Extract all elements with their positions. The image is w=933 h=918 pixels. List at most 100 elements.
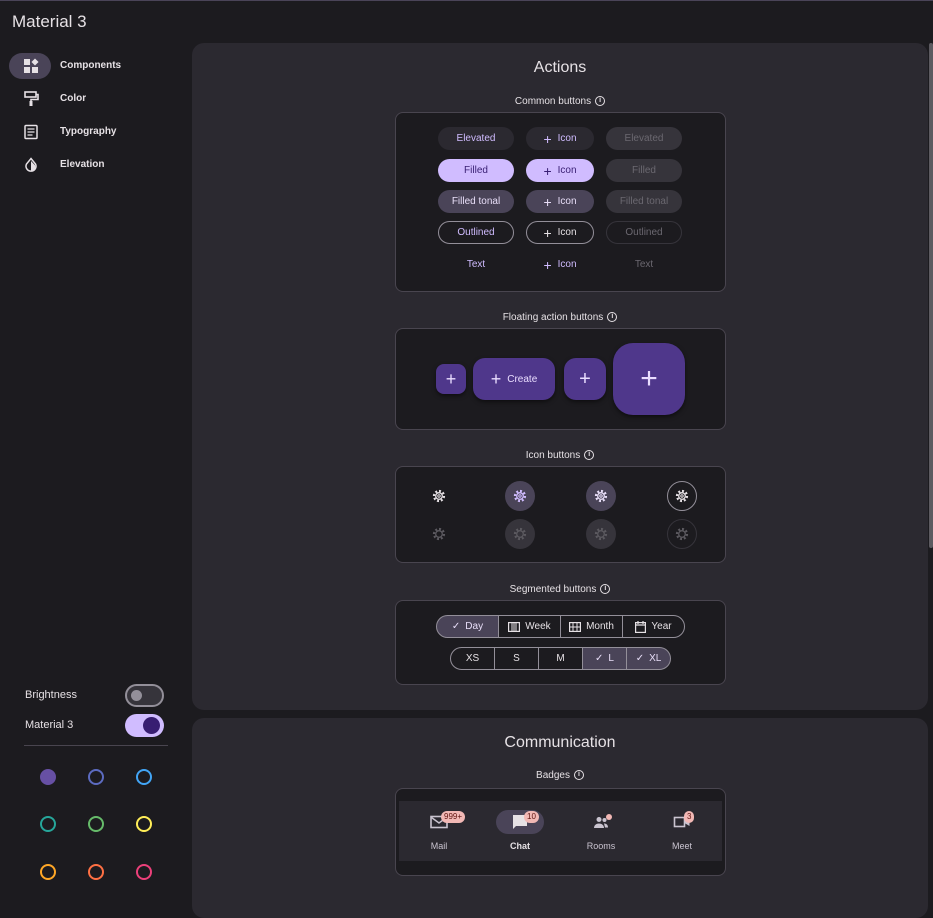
communication-title: Communication bbox=[504, 734, 616, 751]
material3-switch[interactable] bbox=[125, 714, 164, 737]
settings-icon bbox=[594, 527, 608, 541]
segment-m[interactable]: M bbox=[538, 647, 583, 670]
button-label: Icon bbox=[557, 259, 577, 270]
add-icon: + bbox=[445, 368, 457, 389]
add-icon: + bbox=[543, 130, 552, 147]
outlined-icon-button[interactable]: + Icon bbox=[526, 221, 594, 244]
segment-month[interactable]: Month bbox=[560, 615, 623, 638]
segment-l[interactable]: ✓ L bbox=[582, 647, 627, 670]
info-icon[interactable]: i bbox=[607, 312, 618, 323]
icon-buttons-title: Icon buttons i bbox=[192, 450, 928, 461]
actions-card: Actions Common buttons i Elevated + Icon E… bbox=[192, 43, 928, 710]
segment-xs[interactable]: XS bbox=[450, 647, 495, 670]
settings-icon bbox=[432, 527, 446, 541]
nav-item-label: Color bbox=[60, 93, 87, 104]
nav-bar-label: Mail bbox=[430, 841, 448, 851]
info-icon[interactable]: i bbox=[600, 584, 611, 595]
outlined-icon-button-disabled bbox=[667, 519, 697, 549]
nav-item-label: Typography bbox=[60, 126, 117, 137]
button-label: Icon bbox=[557, 227, 577, 238]
color-seed-orange[interactable] bbox=[40, 864, 56, 880]
article-icon bbox=[24, 124, 38, 140]
segment-xl[interactable]: ✓ XL bbox=[626, 647, 671, 670]
nav-bar-item-mail[interactable]: 999+ Mail bbox=[407, 801, 467, 861]
elevated-button-disabled: Elevated bbox=[606, 127, 682, 150]
nav-item-color[interactable]: Color bbox=[9, 86, 179, 112]
color-seed-pink[interactable] bbox=[136, 864, 152, 880]
navigation-bar: 999+ Mail 10 Chat Rooms 3 Meet bbox=[399, 801, 722, 861]
badge-count: 999+ bbox=[441, 811, 466, 823]
scrollbar-thumb[interactable] bbox=[929, 43, 933, 548]
outlined-icon-button[interactable] bbox=[667, 481, 697, 511]
segment-s[interactable]: S bbox=[494, 647, 539, 670]
fab-label: Create bbox=[507, 373, 538, 385]
info-icon[interactable]: i bbox=[573, 770, 584, 781]
brightness-switch[interactable] bbox=[125, 684, 164, 707]
nav-item-elevation[interactable]: Elevation bbox=[9, 152, 179, 178]
switch-thumb bbox=[143, 717, 160, 734]
settings-icon bbox=[513, 527, 527, 541]
segment-week[interactable]: Week bbox=[498, 615, 561, 638]
fab[interactable]: + bbox=[564, 358, 606, 400]
nav-bar-item-meet[interactable]: 3 Meet bbox=[650, 801, 710, 861]
settings-icon bbox=[513, 489, 527, 503]
check-icon: ✓ bbox=[451, 621, 461, 632]
filled-icon-button-toggled[interactable] bbox=[505, 481, 535, 511]
segment-year[interactable]: Year bbox=[622, 615, 685, 638]
filled-icon-button-disabled bbox=[505, 519, 535, 549]
format-paint-icon bbox=[24, 91, 39, 106]
fab-title: Floating action buttons i bbox=[192, 312, 928, 323]
info-icon[interactable]: i bbox=[595, 96, 606, 107]
calendar-view-month-icon bbox=[569, 621, 582, 632]
extended-fab-create[interactable]: + Create bbox=[473, 358, 555, 400]
segment-label: L bbox=[608, 653, 614, 664]
color-seed-teal[interactable] bbox=[40, 816, 56, 832]
opacity-icon bbox=[25, 157, 37, 172]
badge-count: 10 bbox=[524, 811, 539, 823]
color-seed-indigo[interactable] bbox=[88, 769, 104, 785]
segment-label: Year bbox=[651, 621, 672, 632]
settings-icon bbox=[675, 527, 689, 541]
standard-icon-button[interactable] bbox=[424, 481, 454, 511]
filled-tonal-icon-button-disabled bbox=[586, 519, 616, 549]
filled-tonal-button[interactable]: Filled tonal bbox=[438, 190, 514, 213]
settings-icon bbox=[432, 489, 446, 503]
color-seed-selected[interactable] bbox=[40, 769, 56, 785]
elevated-button[interactable]: Elevated bbox=[438, 127, 514, 150]
common-buttons-title: Common buttons i bbox=[192, 96, 928, 107]
button-label: Icon bbox=[557, 196, 577, 207]
small-fab[interactable]: + bbox=[436, 364, 466, 394]
color-seed-blue[interactable] bbox=[136, 769, 152, 785]
color-seed-green[interactable] bbox=[88, 816, 104, 832]
nav-item-components[interactable]: Components bbox=[9, 53, 179, 79]
icon-buttons-panel bbox=[395, 466, 726, 563]
filled-button[interactable]: Filled bbox=[438, 159, 514, 182]
section-label: Icon buttons bbox=[525, 450, 581, 461]
filled-icon-button[interactable]: + Icon bbox=[526, 159, 594, 182]
filled-tonal-icon-button[interactable]: + Icon bbox=[526, 190, 594, 213]
segmented-buttons-panel: ✓ Day Week Month Year XS S M ✓ L ✓ XL bbox=[395, 600, 726, 685]
button-label: Icon bbox=[557, 165, 577, 176]
add-icon: + bbox=[640, 362, 658, 395]
add-icon: + bbox=[543, 193, 552, 210]
nav-bar-item-chat[interactable]: 10 Chat bbox=[488, 801, 548, 861]
nav-bar-label: Meet bbox=[671, 841, 692, 851]
color-seed-deep-orange[interactable] bbox=[88, 864, 104, 880]
color-seed-yellow[interactable] bbox=[136, 816, 152, 832]
large-fab[interactable]: + bbox=[613, 343, 685, 415]
text-icon-button[interactable]: + Icon bbox=[526, 253, 594, 276]
segmented-buttons-title: Segmented buttons i bbox=[192, 584, 928, 595]
outlined-button[interactable]: Outlined bbox=[438, 221, 514, 244]
nav-item-typography[interactable]: Typography bbox=[9, 119, 179, 145]
add-icon: + bbox=[579, 367, 591, 390]
filled-tonal-icon-button[interactable] bbox=[586, 481, 616, 511]
nav-item-label: Components bbox=[60, 60, 122, 71]
add-icon: + bbox=[490, 368, 502, 389]
elevated-icon-button[interactable]: + Icon bbox=[526, 127, 594, 150]
section-label: Common buttons bbox=[514, 96, 592, 107]
widgets-icon bbox=[24, 58, 39, 73]
text-button[interactable]: Text bbox=[438, 253, 514, 276]
nav-bar-item-rooms[interactable]: Rooms bbox=[569, 801, 629, 861]
info-icon[interactable]: i bbox=[584, 450, 595, 461]
segment-day[interactable]: ✓ Day bbox=[436, 615, 499, 638]
